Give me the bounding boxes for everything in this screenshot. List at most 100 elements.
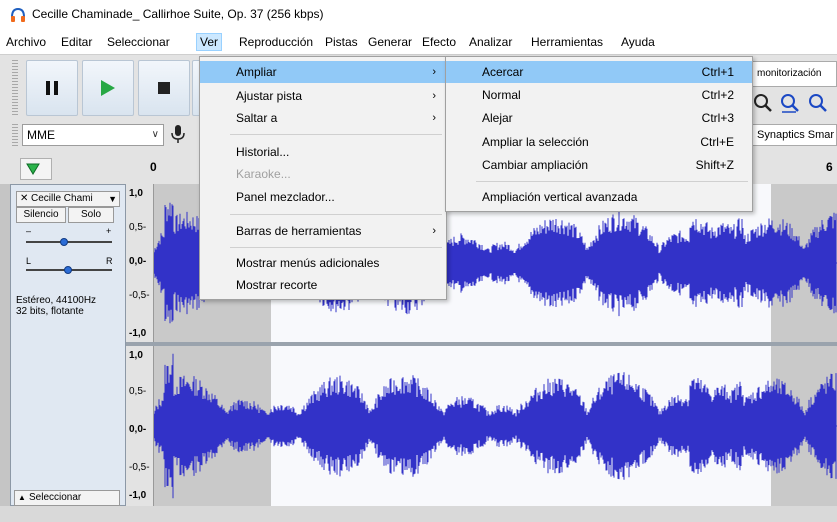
audio-host-select[interactable]: MME ∨ [22, 124, 164, 146]
menu-item-shortcut: Ctrl+2 [701, 88, 734, 102]
amp-label: -1,0 [129, 328, 147, 339]
menu-analizar[interactable]: Analizar [466, 34, 515, 52]
zoom-toolbar [752, 92, 831, 117]
menu-item-shortcut: Ctrl+E [700, 135, 734, 149]
menu-item-mostrar-menus-adicionales[interactable]: Mostrar menús adicionales [200, 252, 446, 274]
mute-button[interactable]: Silencio [16, 207, 66, 223]
solo-button[interactable]: Solo [68, 207, 114, 223]
menu-item-label: Mostrar recorte [236, 278, 318, 292]
waveform-channel-right[interactable] [154, 346, 837, 506]
triangle-up-icon: ▲ [18, 493, 26, 502]
menu-editar[interactable]: Editar [58, 34, 95, 52]
amp-label: 0,0- [129, 256, 147, 267]
select-track-label: Seleccionar [29, 492, 82, 503]
zoom-selection-icon[interactable] [779, 92, 801, 114]
ampliar-submenu: Acercar Ctrl+1 Normal Ctrl+2 Alejar Ctrl… [445, 56, 753, 212]
menu-item-label: Saltar a [236, 111, 278, 125]
amp-label: -1,0 [129, 490, 147, 501]
menu-item-label: Ajustar pista [236, 89, 303, 103]
select-track-button[interactable]: ▲ Seleccionar [14, 490, 120, 506]
menu-herramientas[interactable]: Herramientas [528, 34, 606, 52]
menu-bar: Archivo Editar Seleccionar Ver Reproducc… [0, 30, 837, 54]
menu-item-label: Ampliación vertical avanzada [482, 190, 638, 204]
menu-item-label: Ampliar [236, 65, 277, 79]
menu-item-historial[interactable]: Historial... [200, 141, 446, 163]
amp-label: 0,5- [129, 222, 147, 233]
menu-item-ampliacion-vertical-avanzada[interactable]: Ampliación vertical avanzada [446, 186, 752, 208]
menu-item-shortcut: Ctrl+3 [701, 111, 734, 125]
menu-reproduccion[interactable]: Reproducción [236, 34, 316, 52]
menu-item-saltar-a[interactable]: Saltar a › [200, 107, 446, 129]
menu-pistas[interactable]: Pistas [322, 34, 361, 52]
menu-ayuda[interactable]: Ayuda [618, 34, 658, 52]
pause-button[interactable] [26, 60, 78, 116]
track-name: Cecille Chami [31, 193, 93, 204]
menu-item-label: Acercar [482, 65, 524, 79]
menu-item-shortcut: Shift+Z [695, 158, 734, 172]
track-format-info: Estéreo, 44100Hz 32 bits, flotante [16, 295, 96, 317]
solo-label: Solo [80, 209, 101, 220]
menu-item-mostrar-recorte[interactable]: Mostrar recorte [200, 274, 446, 296]
pan-right-label: R [106, 256, 113, 266]
menu-item-label: Mostrar menús adicionales [236, 256, 380, 270]
pan-slider-knob[interactable] [64, 266, 72, 274]
menu-item-label: Cambiar ampliación [482, 158, 589, 172]
menu-item-shortcut: Ctrl+1 [701, 65, 734, 79]
zoom-in-icon[interactable] [752, 92, 774, 114]
menu-separator [230, 247, 442, 248]
menu-item-label: Barras de herramientas [236, 224, 362, 238]
menu-item-ajustar-pista[interactable]: Ajustar pista › [200, 85, 446, 107]
audio-host-value: MME [27, 128, 55, 142]
gain-slider-track[interactable] [26, 241, 112, 243]
close-icon[interactable]: ✕ [20, 192, 28, 206]
menu-generar[interactable]: Generar [365, 34, 415, 52]
menu-ver[interactable]: Ver [196, 33, 223, 51]
menu-seleccionar[interactable]: Seleccionar [104, 34, 173, 52]
playback-device-value: Synaptics Smar [757, 129, 835, 141]
toolbar-grip[interactable] [12, 124, 18, 146]
menu-item-barras-herramientas[interactable]: Barras de herramientas › [200, 220, 446, 242]
stop-button[interactable] [138, 60, 190, 116]
ruler-label-6: 6 [826, 160, 833, 174]
monitor-label: monitorización [757, 68, 822, 79]
toolbar-grip[interactable] [12, 60, 18, 116]
amp-label: 1,0 [129, 350, 143, 361]
menu-item-label: Ampliar la selección [482, 135, 589, 149]
headphones-icon [11, 8, 25, 22]
window-title: Cecille Chaminade_ Callirhoe Suite, Op. … [32, 7, 324, 21]
menu-archivo[interactable]: Archivo [3, 34, 49, 52]
gain-plus-label: + [106, 226, 112, 236]
menu-item-label: Karaoke... [236, 167, 291, 181]
menu-item-cambiar-ampliacion[interactable]: Cambiar ampliación Shift+Z [446, 154, 752, 176]
timeline-options-button[interactable] [20, 158, 52, 180]
chevron-right-icon: › [432, 66, 436, 78]
gain-slider-knob[interactable] [60, 238, 68, 246]
menu-item-normal[interactable]: Normal Ctrl+2 [446, 84, 752, 106]
monitor-meter[interactable]: monitorización [752, 61, 837, 87]
playback-device-select[interactable]: Synaptics Smar [752, 124, 837, 146]
track-format-line1: Estéreo, 44100Hz [16, 295, 97, 306]
microphone-icon[interactable] [170, 124, 186, 144]
menu-item-ampliar[interactable]: Ampliar › [200, 61, 446, 83]
amp-label: 0,0- [129, 424, 147, 435]
status-bar [0, 506, 837, 522]
track-format-line2: 32 bits, flotante [16, 306, 84, 317]
menu-item-panel-mezclador[interactable]: Panel mezclador... [200, 186, 446, 208]
menu-separator [476, 181, 748, 182]
chevron-right-icon: › [432, 225, 436, 237]
amp-label: -0,5- [129, 290, 150, 301]
menu-item-acercar[interactable]: Acercar Ctrl+1 [446, 61, 752, 83]
zoom-fit-icon[interactable] [807, 92, 829, 114]
ruler-label-0: 0 [150, 160, 157, 174]
menu-efecto[interactable]: Efecto [419, 34, 459, 52]
play-button[interactable] [82, 60, 134, 116]
menu-item-alejar[interactable]: Alejar Ctrl+3 [446, 107, 752, 129]
chevron-down-icon: ▼ [108, 194, 117, 204]
menu-item-ampliar-seleccion[interactable]: Ampliar la selección Ctrl+E [446, 131, 752, 153]
title-bar: Cecille Chaminade_ Callirhoe Suite, Op. … [0, 0, 837, 30]
chevron-right-icon: › [432, 112, 436, 124]
play-icon [101, 80, 115, 96]
mute-label: Silencio [23, 209, 59, 220]
track-name-menu-button[interactable]: ✕ Cecille Chami ▼ [16, 191, 120, 207]
chevron-right-icon: › [432, 90, 436, 102]
